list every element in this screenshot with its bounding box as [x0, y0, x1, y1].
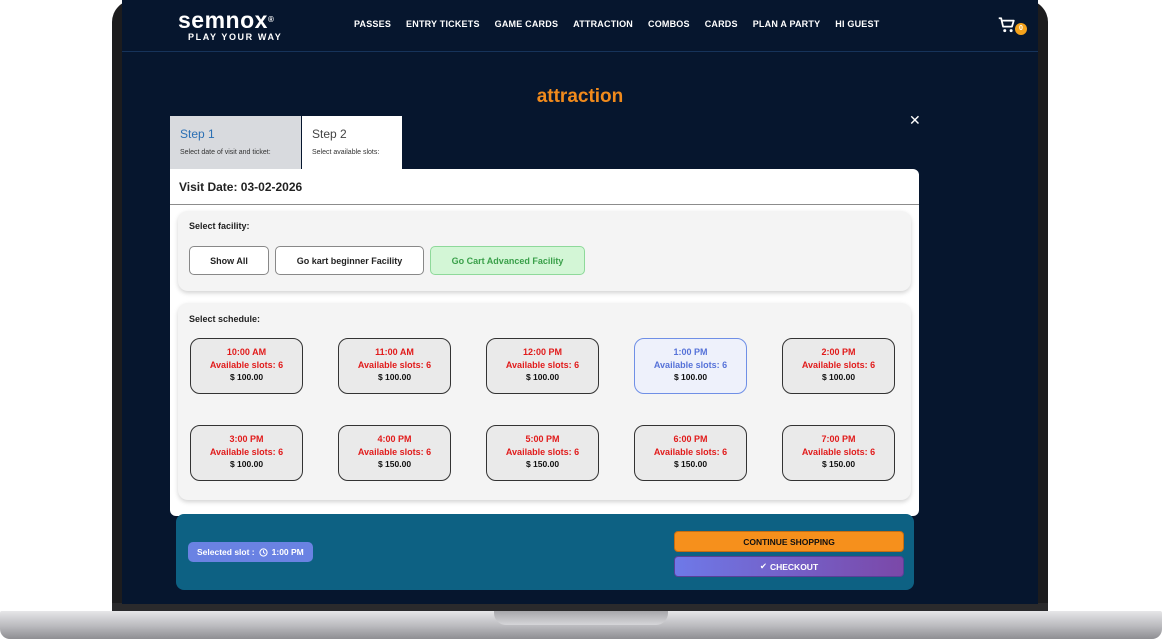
checkout-button[interactable]: ✔ CHECKOUT: [674, 556, 904, 577]
slot-price: $ 100.00: [229, 372, 264, 382]
slot-price: $ 100.00: [525, 372, 560, 382]
close-icon[interactable]: ✕: [909, 112, 921, 129]
booking-panel: Visit Date: 03-02-2026 Select facility: …: [170, 169, 919, 516]
registered-mark: ®: [267, 15, 275, 24]
time-slot-selected[interactable]: 1:00 PM Available slots: 6 $ 100.00: [634, 338, 747, 394]
slot-time: 6:00 PM: [673, 434, 708, 444]
slot-availability: Available slots: 6: [505, 359, 580, 370]
facility-go-kart-beginner-button[interactable]: Go kart beginner Facility: [275, 246, 424, 275]
app-screen: semnox® PLAY YOUR WAY PASSES ENTRY TICKE…: [122, 0, 1038, 604]
tab-step-1-subtitle: Select date of visit and ticket:: [180, 149, 271, 156]
tab-step-2[interactable]: Step 2 Select available slots:: [302, 116, 402, 169]
clock-icon: [259, 547, 268, 557]
slot-time: 4:00 PM: [377, 434, 412, 444]
continue-shopping-button[interactable]: CONTINUE SHOPPING: [674, 531, 904, 552]
page-title: attraction: [536, 86, 624, 107]
slot-price: $ 150.00: [673, 459, 708, 469]
time-slot[interactable]: 7:00 PM Available slots: 6 $ 150.00: [782, 425, 895, 481]
facility-label: Select facility:: [189, 221, 250, 231]
time-slot[interactable]: 11:00 AM Available slots: 6 $ 100.00: [338, 338, 451, 394]
schedule-section: Select schedule: 10:00 AM Available slot…: [178, 303, 911, 500]
slot-time: 11:00 AM: [375, 347, 414, 357]
nav-links: PASSES ENTRY TICKETS GAME CARDS ATTRACTI…: [354, 19, 879, 29]
tab-step-1-title: Step 1: [180, 127, 215, 141]
slot-availability: Available slots: 6: [801, 359, 876, 370]
schedule-label: Select schedule:: [189, 314, 261, 324]
time-slot[interactable]: 5:00 PM Available slots: 6 $ 150.00: [486, 425, 599, 481]
nav-link-game-cards[interactable]: GAME CARDS: [495, 19, 559, 29]
time-slot[interactable]: 10:00 AM Available slots: 6 $ 100.00: [190, 338, 303, 394]
selected-slot-badge: Selected slot : 1:00 PM: [188, 542, 313, 562]
slot-price: $ 100.00: [673, 372, 708, 382]
slot-availability: Available slots: 6: [357, 446, 432, 457]
check-icon: ✔: [759, 561, 767, 571]
slot-price: $ 150.00: [525, 459, 560, 469]
slot-price: $ 100.00: [821, 372, 856, 382]
tab-step-2-subtitle: Select available slots:: [312, 149, 380, 156]
tab-step-1[interactable]: Step 1 Select date of visit and ticket:: [170, 116, 301, 169]
slot-availability: Available slots: 6: [653, 446, 728, 457]
selection-footer: Selected slot : 1:00 PM CONTINUE SHOPPIN…: [176, 514, 914, 590]
slot-price: $ 100.00: [229, 459, 264, 469]
cart-button[interactable]: 0: [998, 16, 1028, 38]
slot-availability: Available slots: 6: [357, 359, 432, 370]
slot-time: 3:00 PM: [229, 434, 264, 444]
slot-availability: Available slots: 6: [801, 446, 876, 457]
nav-link-attraction[interactable]: ATTRACTION: [573, 19, 633, 29]
slot-availability: Available slots: 6: [209, 359, 284, 370]
slot-price: $ 150.00: [377, 459, 412, 469]
cart-count-badge: 0: [1015, 23, 1027, 35]
facility-section: Select facility: Show All Go kart beginn…: [178, 211, 911, 291]
facility-show-all-button[interactable]: Show All: [189, 246, 269, 275]
time-slot[interactable]: 3:00 PM Available slots: 6 $ 100.00: [190, 425, 303, 481]
slot-price: $ 100.00: [377, 372, 412, 382]
slot-time: 2:00 PM: [821, 347, 856, 357]
brand-tagline: PLAY YOUR WAY: [188, 32, 283, 42]
laptop-notch: [494, 611, 668, 625]
facility-go-cart-advanced-button[interactable]: Go Cart Advanced Facility: [430, 246, 585, 275]
slot-time: 10:00 AM: [226, 347, 267, 357]
selected-slot-label: Selected slot :: [197, 547, 255, 557]
slot-time: 5:00 PM: [525, 434, 560, 444]
visit-date: Visit Date: 03-02-2026: [170, 169, 919, 205]
slot-time: 1:00 PM: [673, 347, 708, 357]
slot-availability: Available slots: 6: [653, 359, 728, 370]
nav-link-combos[interactable]: COMBOS: [648, 19, 690, 29]
brand-name: semnox: [178, 7, 268, 33]
time-slot[interactable]: 6:00 PM Available slots: 6 $ 150.00: [634, 425, 747, 481]
slot-availability: Available slots: 6: [209, 446, 284, 457]
checkout-label: CHECKOUT: [769, 561, 819, 572]
shopping-cart-icon: [998, 17, 1015, 33]
time-slot[interactable]: 2:00 PM Available slots: 6 $ 100.00: [782, 338, 895, 394]
slot-price: $ 150.00: [821, 459, 856, 469]
nav-link-cards[interactable]: CARDS: [705, 19, 738, 29]
time-slot[interactable]: 12:00 PM Available slots: 6 $ 100.00: [486, 338, 599, 394]
nav-link-passes[interactable]: PASSES: [354, 19, 391, 29]
time-slot[interactable]: 4:00 PM Available slots: 6 $ 150.00: [338, 425, 451, 481]
nav-link-plan-a-party[interactable]: PLAN A PARTY: [753, 19, 821, 29]
slot-time: 7:00 PM: [821, 434, 856, 444]
navbar: semnox® PLAY YOUR WAY PASSES ENTRY TICKE…: [122, 0, 1038, 52]
slot-availability: Available slots: 6: [505, 446, 580, 457]
brand-logo[interactable]: semnox® PLAY YOUR WAY: [178, 8, 282, 42]
tab-step-2-title: Step 2: [312, 127, 347, 141]
nav-link-hi-guest[interactable]: HI GUEST: [835, 19, 879, 29]
slot-time: 12:00 PM: [522, 347, 563, 357]
nav-link-entry-tickets[interactable]: ENTRY TICKETS: [406, 19, 480, 29]
selected-slot-time: 1:00 PM: [271, 547, 304, 557]
